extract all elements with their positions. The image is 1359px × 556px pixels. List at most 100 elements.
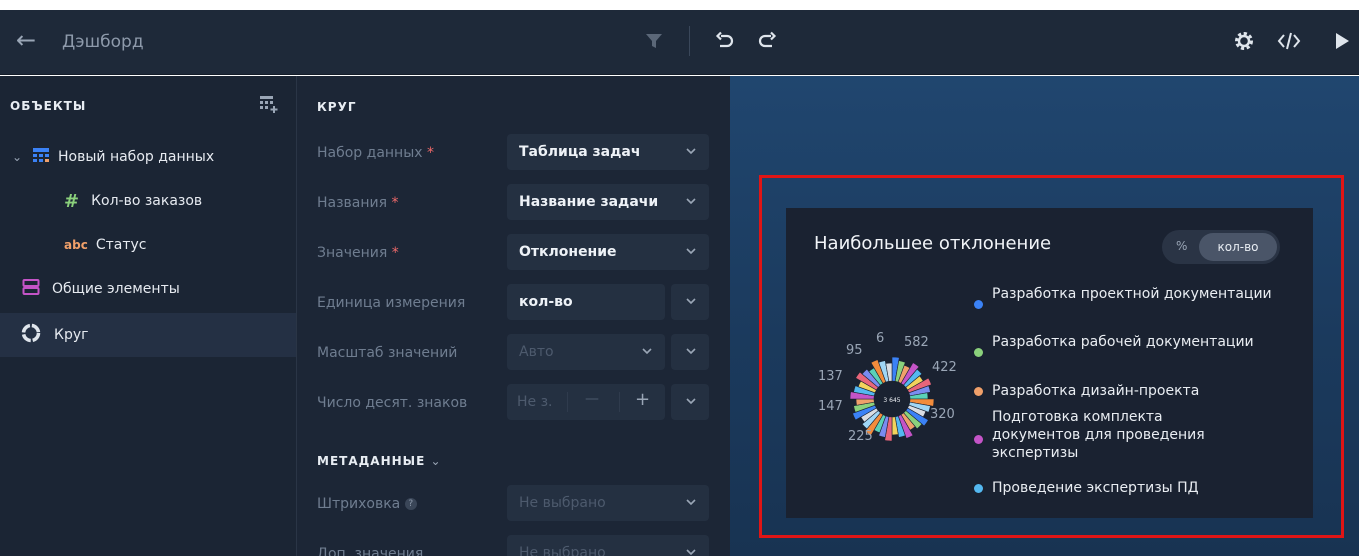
objects-title: ОБЪЕКТЫ — [10, 99, 87, 113]
decimals-label: Число десят. знаков — [317, 395, 468, 411]
legend-item[interactable]: Разработка проектной документации — [974, 285, 1272, 309]
values-label: Значения * — [317, 245, 399, 261]
widget-title: Наибольшее отклонение — [814, 233, 1052, 254]
unit-input[interactable]: кол-во — [507, 284, 665, 320]
legend-dot — [974, 435, 983, 444]
gear-icon[interactable] — [1230, 26, 1258, 56]
names-select[interactable]: Название задачи — [507, 184, 709, 220]
chevron-down-icon — [686, 148, 696, 155]
tree-item-donut[interactable]: Круг — [0, 313, 296, 357]
hatching-select[interactable]: Не выбрано — [507, 485, 709, 521]
minus-button[interactable]: — — [585, 391, 599, 407]
donut-widget[interactable]: Наибольшее отклонение % кол-во 3 645 6 5… — [786, 208, 1313, 518]
select-value: Не выбрано — [519, 495, 606, 511]
chevron-down-icon — [686, 348, 696, 355]
back-arrow-icon[interactable]: ← — [16, 28, 36, 52]
data-label: 320 — [930, 407, 955, 422]
chevron-down-icon — [642, 348, 652, 355]
data-label: 137 — [818, 369, 843, 384]
legend-label: Разработка проектной документации — [992, 286, 1272, 302]
legend-dot — [974, 484, 983, 493]
extra-values-select[interactable]: Не выбрано — [507, 535, 709, 556]
data-label: 6 — [876, 331, 885, 346]
legend-dot — [974, 300, 983, 309]
tree-item-dataset[interactable]: ⌄ Новый набор данных — [0, 135, 296, 179]
redo-icon[interactable] — [753, 26, 781, 56]
tree-item-common-elements[interactable]: Общие элементы — [0, 267, 296, 311]
objects-panel: ОБЪЕКТЫ ⌄ Новый набор данных # Кол-во за… — [0, 76, 296, 556]
abc-icon: abc — [64, 238, 88, 252]
legend-label: Разработка рабочей документации — [992, 334, 1254, 350]
data-label: 95 — [846, 343, 863, 358]
data-label: 147 — [818, 399, 843, 414]
filter-icon[interactable] — [640, 26, 668, 56]
extra-values-label: Доп. значения — [317, 546, 424, 556]
chevron-down-icon — [686, 499, 696, 506]
hatching-label: Штриховка ? — [317, 496, 417, 512]
select-value: Название задачи — [519, 194, 659, 210]
chevron-down-icon[interactable]: ⌄ — [12, 150, 26, 164]
legend-item[interactable]: Разработка дизайн-проекта — [974, 382, 1272, 400]
chevron-down-icon — [686, 198, 696, 205]
divider — [567, 392, 568, 412]
chevron-down-icon — [686, 298, 696, 305]
legend-dot — [974, 387, 983, 396]
data-label: 422 — [932, 360, 957, 375]
unit-label: Единица измерения — [317, 295, 466, 311]
plus-button[interactable]: + — [635, 389, 650, 410]
select-value: Отклонение — [519, 244, 617, 260]
chevron-down-icon: ⌄ — [430, 454, 442, 468]
legend-item[interactable]: Разработка рабочей документации — [974, 333, 1272, 357]
scale-label: Масштаб значений — [317, 345, 458, 361]
legend-label: Разработка дизайн-проекта — [992, 383, 1200, 399]
scale-select[interactable]: Авто — [507, 334, 665, 370]
code-icon[interactable] — [1275, 26, 1303, 56]
donut-total: 3 645 — [883, 397, 900, 404]
undo-icon[interactable] — [711, 26, 739, 56]
legend-label: Проведение экспертизы ПД — [992, 480, 1199, 496]
dataset-icon — [32, 146, 50, 168]
stepper-value: Не з. — [517, 394, 553, 410]
select-value: Авто — [519, 344, 554, 360]
header-divider — [689, 26, 690, 56]
toggle-percent[interactable]: % — [1176, 239, 1187, 253]
tree-item-orders-count[interactable]: # Кол-во заказов — [0, 179, 296, 223]
scale-dropdown-button[interactable] — [671, 334, 709, 370]
tree-item-label: Общие элементы — [52, 281, 180, 297]
layout-icon — [22, 278, 40, 300]
dataset-select[interactable]: Таблица задач — [507, 134, 709, 170]
play-icon[interactable] — [1328, 26, 1356, 56]
data-label: 225 — [848, 429, 873, 444]
legend-item[interactable]: Проведение экспертизы ПД — [974, 479, 1272, 497]
tree-item-label: Статус — [95, 237, 147, 253]
page-title: Дэшборд — [62, 32, 144, 52]
top-margin — [0, 0, 1359, 10]
metadata-title[interactable]: МЕТАДАННЫЕ ⌄ — [317, 454, 442, 468]
legend-dot — [974, 348, 983, 357]
properties-title: КРУГ — [317, 100, 357, 114]
donut-icon — [20, 322, 42, 348]
input-value: кол-во — [519, 294, 573, 310]
chevron-down-icon — [686, 549, 696, 556]
legend-item[interactable]: Подготовка комплекта документов для пров… — [974, 408, 1252, 462]
select-value: Не выбрано — [519, 545, 606, 556]
tree-item-status[interactable]: abc Статус — [0, 223, 296, 267]
toggle-count[interactable]: кол-во — [1199, 233, 1277, 261]
unit-toggle[interactable]: % кол-во — [1162, 230, 1280, 264]
divider — [619, 392, 620, 412]
data-label: 582 — [904, 335, 929, 350]
tree-item-label: Кол-во заказов — [91, 193, 203, 209]
help-icon[interactable]: ? — [404, 498, 417, 510]
tree-item-label: Новый набор данных — [58, 149, 215, 165]
add-dataset-icon[interactable] — [258, 94, 278, 118]
legend-label: Подготовка комплекта документов для пров… — [992, 409, 1205, 461]
decimals-dropdown-button[interactable] — [671, 384, 709, 420]
decimals-stepper[interactable]: Не з. — + — [507, 384, 665, 420]
header-bar: ← Дэшборд — [0, 10, 1359, 75]
values-select[interactable]: Отклонение — [507, 234, 709, 270]
chevron-down-icon — [686, 248, 696, 255]
unit-dropdown-button[interactable] — [671, 284, 709, 320]
names-label: Названия * — [317, 195, 399, 211]
chevron-down-icon — [686, 398, 696, 405]
dataset-label: Набор данных * — [317, 145, 434, 161]
